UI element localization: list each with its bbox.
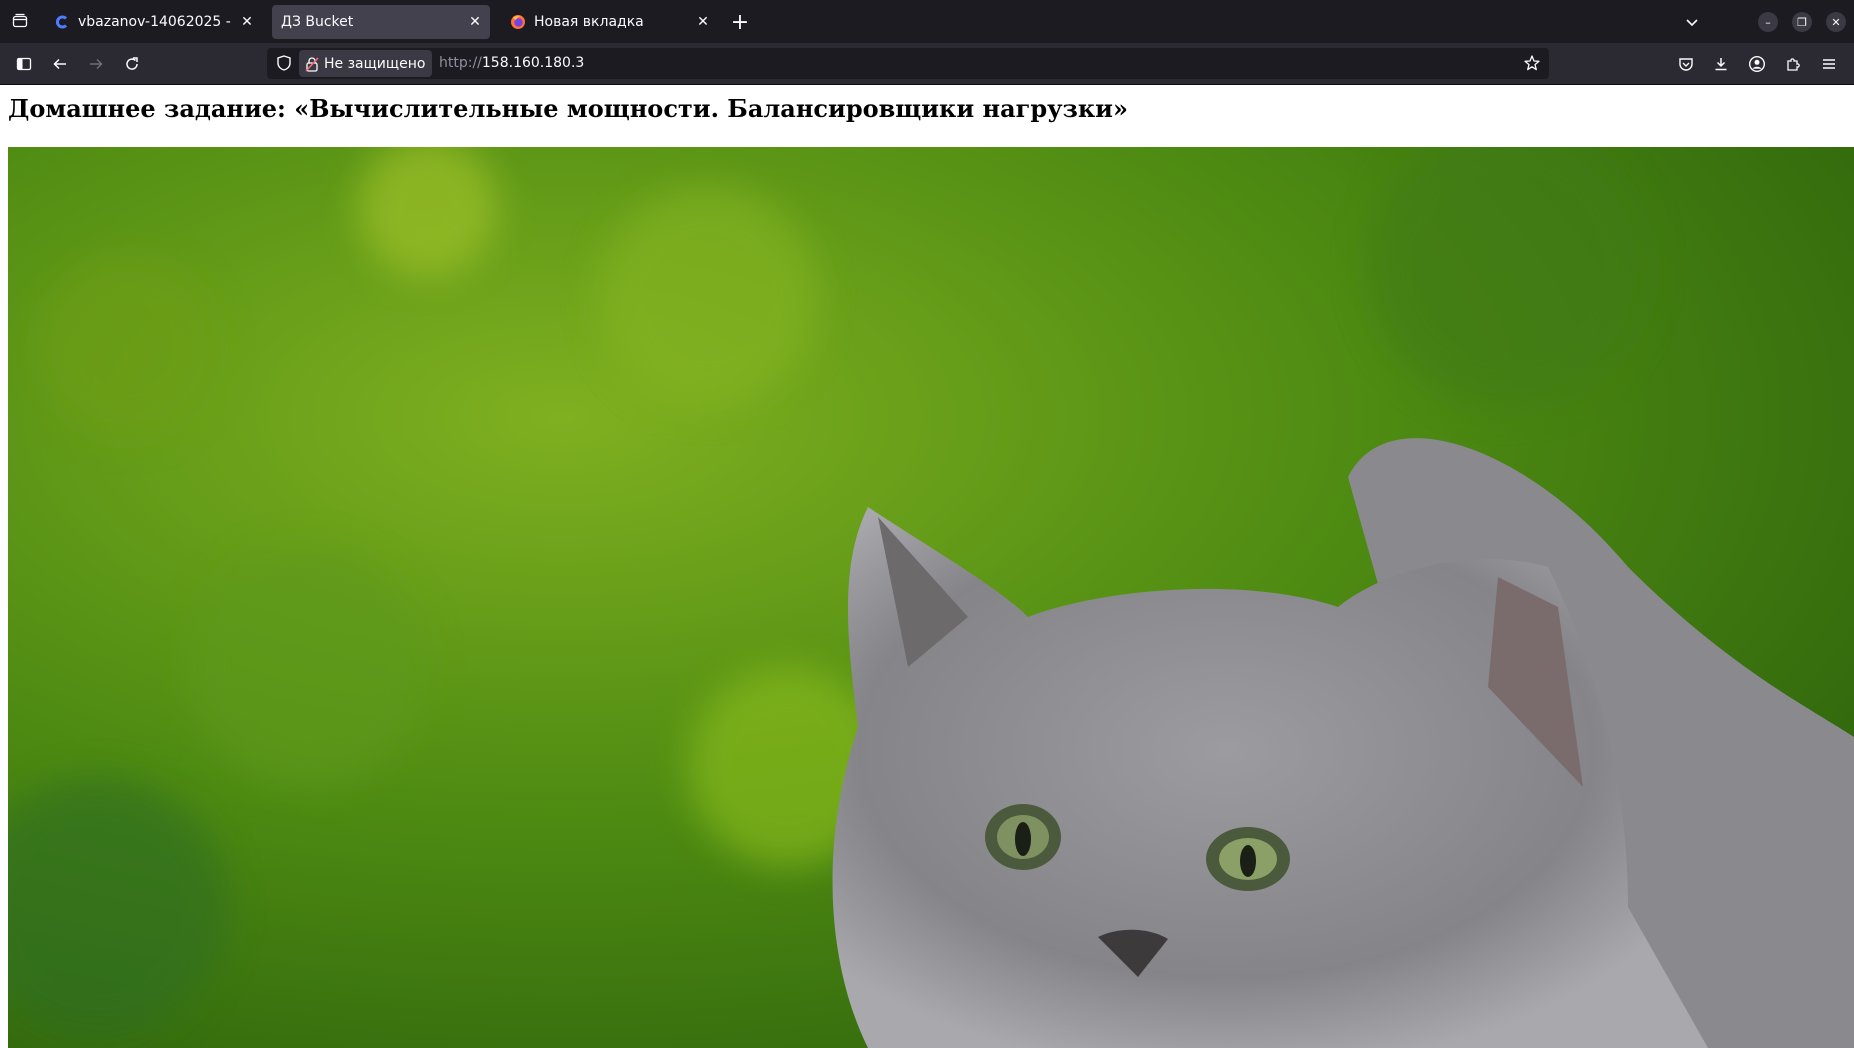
new-tab-plus-icon[interactable]: + [727, 9, 753, 35]
tab-overview-icon[interactable] [8, 9, 32, 33]
close-tab-icon[interactable]: ✕ [236, 11, 258, 33]
bookmark-star-icon[interactable] [1523, 54, 1541, 72]
address-bar[interactable]: Не защищено http://158.160.180.3 [267, 48, 1549, 79]
url-host: 158.160.180.3 [481, 55, 585, 71]
connection-not-secure-indicator[interactable]: Не защищено [299, 50, 433, 77]
tab-label: Новая вкладка [534, 14, 644, 30]
firefox-icon [510, 14, 526, 30]
app-menu-hamburger-icon[interactable] [1816, 51, 1842, 77]
tab-new-tab[interactable]: Новая вкладка ✕ [500, 5, 718, 39]
url-text[interactable]: http://158.160.180.3 [439, 55, 584, 71]
kitten-photo [8, 147, 1854, 1048]
reload-icon[interactable] [119, 51, 145, 77]
tab-label: vbazanov-14062025 - home [78, 14, 236, 30]
security-label: Не защищено [324, 55, 426, 72]
url-scheme: http:// [439, 55, 482, 71]
forward-arrow-icon[interactable] [83, 51, 109, 77]
account-icon[interactable] [1744, 51, 1770, 77]
close-tab-icon[interactable]: ✕ [464, 11, 486, 33]
tab-strip: vbazanov-14062025 - home ✕ ДЗ Bucket ✕ Н… [0, 0, 1854, 43]
downloads-icon[interactable] [1708, 51, 1734, 77]
navigation-toolbar: Не защищено http://158.160.180.3 [0, 43, 1854, 85]
pocket-icon[interactable] [1673, 51, 1699, 77]
list-all-tabs-chevron-down-icon[interactable] [1679, 9, 1705, 35]
tab-vbazanov[interactable]: vbazanov-14062025 - home ✕ [44, 5, 262, 39]
restore-icon[interactable]: ❐ [1792, 12, 1812, 32]
extensions-puzzle-icon[interactable] [1780, 51, 1806, 77]
tab-dz-bucket[interactable]: ДЗ Bucket ✕ [272, 5, 490, 39]
tracking-protection-shield-icon[interactable] [275, 54, 293, 72]
tab-label: ДЗ Bucket [281, 14, 354, 30]
close-tab-icon[interactable]: ✕ [692, 11, 714, 33]
back-arrow-icon[interactable] [47, 51, 73, 77]
page-heading: Домашнее задание: «Вычислительные мощнос… [8, 94, 1128, 123]
page-content: Домашнее задание: «Вычислительные мощнос… [0, 85, 1854, 1048]
c-favicon-icon [54, 14, 70, 30]
minimize-icon[interactable]: – [1758, 12, 1778, 32]
close-window-icon[interactable]: ✕ [1826, 12, 1846, 32]
sidebar-toggle-icon[interactable] [11, 51, 37, 77]
insecure-lock-icon [305, 56, 319, 72]
